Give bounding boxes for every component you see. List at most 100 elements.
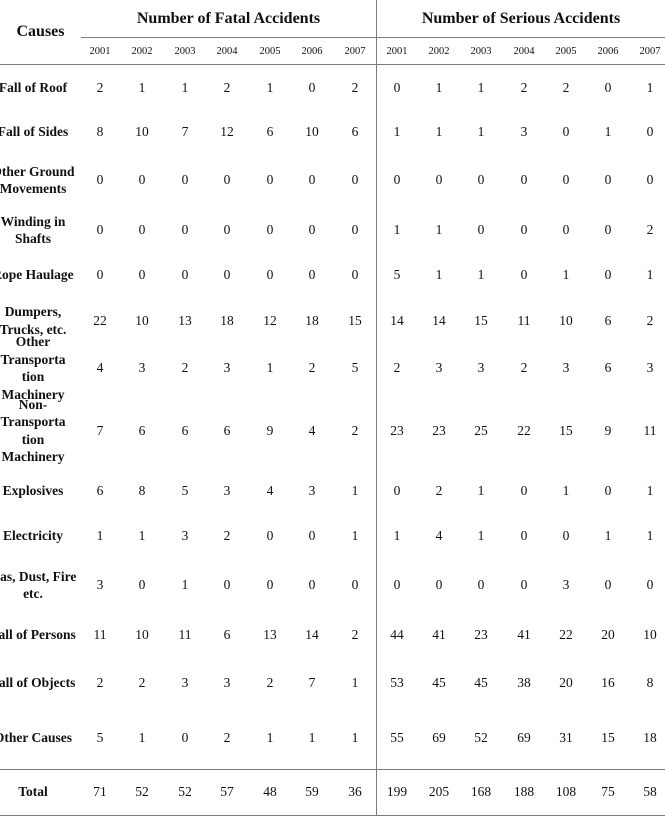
fatal-count-cell: 18 <box>305 312 319 328</box>
fatal-count-cell: 2 <box>96 79 104 95</box>
serious-count-cell: 3 <box>646 360 654 375</box>
fatal-count-cell: 3 <box>181 528 189 543</box>
serious-count-cell: 0 <box>562 528 570 543</box>
fatal-count-cell: 2 <box>223 79 231 95</box>
fatal-count-cell: 22 <box>93 312 107 328</box>
serious-count-cell: 69 <box>432 729 446 745</box>
serious-count-cell: 55 <box>390 729 404 745</box>
serious-year-header: 2004 <box>513 45 535 57</box>
serious-count-cell: 22 <box>517 422 531 438</box>
serious-count-cell: 0 <box>435 172 443 187</box>
serious-count-cell: 0 <box>604 266 612 282</box>
fatal-count-cell: 0 <box>308 577 316 592</box>
serious-count-cell: 0 <box>562 172 570 187</box>
fatal-count-cell: 6 <box>138 422 146 438</box>
fatal-count-cell: 15 <box>348 312 362 328</box>
serious-count-cell: 168 <box>470 784 492 799</box>
fatal-count-cell: 0 <box>308 79 316 95</box>
fatal-count-cell: 48 <box>263 784 277 799</box>
fatal-count-cell: 11 <box>178 627 192 642</box>
table-row: Dumpers, Trucks, etc. 22 14 10 14 13 15 18 11 12 1… <box>0 297 665 344</box>
table-row: Gas, Dust, Fire etc. 3 0 0 0 1 0 0 0 0 3 0 0 0 0 <box>0 560 665 610</box>
fatal-count-cell: 0 <box>138 577 146 592</box>
serious-count-cell: 3 <box>435 360 443 375</box>
fatal-count-cell: 10 <box>135 312 149 328</box>
fatal-count-cell: 3 <box>223 482 231 498</box>
fatal-count-cell: 0 <box>266 528 274 543</box>
fatal-count-cell: 1 <box>138 79 146 95</box>
fatal-year-header: 2007 <box>344 45 366 57</box>
serious-count-cell: 8 <box>646 675 654 690</box>
serious-count-cell: 44 <box>390 627 404 642</box>
serious-count-cell: 0 <box>477 222 485 237</box>
fatal-count-cell: 3 <box>308 482 316 498</box>
cause-label: Non- Transporta tion Machinery <box>0 396 66 465</box>
serious-count-cell: 0 <box>520 266 528 282</box>
fatal-count-cell: 7 <box>308 675 316 690</box>
fatal-count-cell: 2 <box>138 675 146 690</box>
serious-year-header: 2007 <box>639 45 661 57</box>
serious-count-cell: 0 <box>435 577 443 592</box>
serious-count-cell: 41 <box>517 627 531 642</box>
cause-label: Electricity <box>3 528 63 544</box>
cause-label: Fall of Objects <box>0 675 76 691</box>
serious-count-cell: 1 <box>646 266 654 282</box>
cause-label: Other Ground Movements <box>0 163 75 197</box>
fatal-count-cell: 1 <box>138 528 146 543</box>
fatal-count-cell: 5 <box>351 360 359 375</box>
serious-count-cell: 1 <box>435 222 443 237</box>
cause-label: Rope Haulage <box>0 266 74 282</box>
fatal-count-cell: 6 <box>223 627 231 642</box>
fatal-count-cell: 0 <box>308 222 316 237</box>
fatal-accidents-header: Number of Fatal Accidents <box>136 9 321 27</box>
serious-count-cell: 1 <box>435 79 443 95</box>
fatal-count-cell: 1 <box>351 528 359 543</box>
table-row: Fall of Persons 11 44 10 41 11 23 6 41 13 22 14 20 2 1… <box>0 610 665 660</box>
header-bottom-rule <box>0 64 665 65</box>
fatal-count-cell: 52 <box>178 784 192 799</box>
fatal-count-cell: 0 <box>308 528 316 543</box>
fatal-count-cell: 2 <box>96 675 104 690</box>
serious-count-cell: 69 <box>517 729 531 745</box>
fatal-count-cell: 0 <box>96 266 104 282</box>
table-row: Rope Haulage 0 5 0 1 0 1 0 0 0 1 0 0 0 1 <box>0 252 665 297</box>
fatal-count-cell: 1 <box>266 79 274 95</box>
fatal-count-cell: 1 <box>351 482 359 498</box>
serious-count-cell: 0 <box>646 577 654 592</box>
fatal-count-cell: 52 <box>135 784 149 799</box>
serious-count-cell: 6 <box>604 360 612 375</box>
fatal-count-cell: 12 <box>263 312 277 328</box>
serious-count-cell: 20 <box>559 675 573 690</box>
fatal-count-cell: 0 <box>223 577 231 592</box>
serious-count-cell: 0 <box>604 172 612 187</box>
cause-label: Other Causes <box>0 729 73 745</box>
serious-count-cell: 1 <box>477 79 485 95</box>
fatal-count-cell: 5 <box>181 482 189 498</box>
fatal-year-header: 2006 <box>301 45 323 57</box>
serious-count-cell: 2 <box>520 360 528 375</box>
serious-count-cell: 0 <box>393 79 401 95</box>
fatal-count-cell: 1 <box>96 528 104 543</box>
serious-count-cell: 1 <box>393 222 401 237</box>
fatal-count-cell: 0 <box>266 172 274 187</box>
serious-count-cell: 15 <box>474 312 488 328</box>
serious-count-cell: 0 <box>604 482 612 498</box>
fatal-count-cell: 0 <box>96 172 104 187</box>
total-row: Total 71 199 52 205 52 168 57 188 48 108 59 75 36 58 <box>0 769 665 815</box>
serious-count-cell: 1 <box>477 482 485 498</box>
fatal-count-cell: 0 <box>138 172 146 187</box>
table-row: Winding in Shafts 0 1 0 1 0 0 0 0 0 0 0 0 0 2 <box>0 208 665 252</box>
fatal-count-cell: 14 <box>305 627 319 642</box>
serious-count-cell: 0 <box>477 577 485 592</box>
serious-count-cell: 11 <box>643 422 657 438</box>
serious-count-cell: 1 <box>393 528 401 543</box>
serious-count-cell: 0 <box>562 123 570 139</box>
serious-count-cell: 108 <box>555 784 577 799</box>
serious-count-cell: 0 <box>520 172 528 187</box>
serious-count-cell: 23 <box>390 422 404 438</box>
serious-count-cell: 1 <box>435 123 443 139</box>
cause-label: Other Transporta tion Machinery <box>0 334 66 402</box>
serious-count-cell: 1 <box>435 266 443 282</box>
fatal-count-cell: 0 <box>308 266 316 282</box>
fatal-count-cell: 2 <box>351 422 359 438</box>
